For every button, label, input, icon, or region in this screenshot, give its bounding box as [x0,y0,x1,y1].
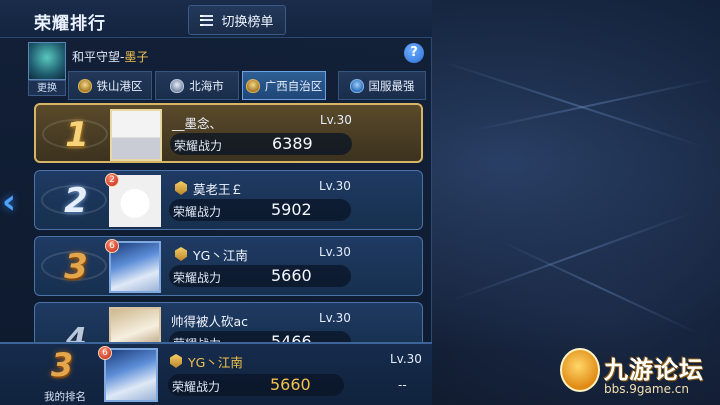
rank-icon [175,181,187,195]
my-player-name: YG丶江南 [188,355,243,370]
player-level: Lv.30 [319,311,351,325]
tab-tieshangang[interactable]: 铁山港区 [68,71,152,100]
tab-national[interactable]: 国服最强 [338,71,426,100]
my-extra: -- [398,378,407,392]
power-label: 荣耀战力 [172,380,221,394]
power-box: 荣耀战力 6389 [170,133,352,155]
tab-label: 北海市 [189,78,224,93]
rank-icon [175,247,187,261]
power-value: 5660 [271,266,312,285]
ranking-panel: 荣耀排行 切换榜单 和平守望-墨子 ? 更换 铁山港区 北海市 广西自治区 国服… [0,0,432,405]
power-label: 荣耀战力 [174,139,223,153]
level-badge: 2 [105,173,119,187]
player-name: 帅得被人砍ac [171,314,249,329]
player-name: YG丶江南 [193,248,248,263]
rank-medal-1: 1 [65,115,89,155]
avatar[interactable] [110,109,162,161]
back-arrow-icon[interactable]: ‹ [2,182,26,222]
my-power-box: 荣耀战力 5660 [168,374,344,396]
power-label: 荣耀战力 [173,271,222,285]
watermark-text: 九游论坛 [604,356,704,384]
power-value: 5902 [271,200,312,219]
power-box: 荣耀战力 5902 [169,199,351,221]
player-level: Lv.30 [319,245,351,259]
level-badge: 6 [98,346,112,360]
power-box: 荣耀战力 5660 [169,265,351,287]
switch-list-label: 切换榜单 [221,14,274,30]
tab-label: 铁山港区 [96,78,143,93]
power-value: 6389 [272,134,313,153]
rank-icon [170,354,182,368]
rank-row-3[interactable]: 3 6 YG丶江南 Lv.30 荣耀战力 5660 [34,236,423,296]
hero-name: 和平守望-墨子 [72,50,149,64]
list-icon [200,14,214,26]
watermark-url: bbs.9game.cn [604,382,689,396]
page-title: 荣耀排行 [34,14,106,34]
player-name: __墨念、 [172,116,223,131]
silver-shield-icon [170,78,185,93]
switch-list-button[interactable]: 切换榜单 [188,5,286,35]
power-label: 荣耀战力 [173,205,222,219]
my-avatar[interactable] [104,348,158,402]
watermark: 九游论坛 bbs.9game.cn [560,348,720,404]
player-name: 莫老王￡ [193,182,244,197]
player-level: Lv.30 [320,113,352,127]
crest-icon [349,78,364,93]
my-rank-label: 我的排名 [44,391,86,403]
change-hero-button[interactable]: 更换 [28,80,66,96]
hero-portrait[interactable] [28,42,66,80]
tab-guangxi[interactable]: 广西自治区 [242,71,326,100]
tab-label: 国服最强 [368,78,415,93]
level-badge: 6 [105,239,119,253]
rank-row-1[interactable]: 1 __墨念、 Lv.30 荣耀战力 6389 [34,103,423,163]
rank-medal-3: 3 [64,247,88,287]
my-rank-bar: 3 我的排名 6 YG丶江南 Lv.30 荣耀战力 5660 -- [0,342,432,405]
top-bar: 荣耀排行 切换榜单 [0,0,432,38]
tab-beihai[interactable]: 北海市 [155,71,239,100]
power-value: 5660 [270,375,311,394]
rank-medal-2: 2 [64,181,88,221]
my-player-level: Lv.30 [390,352,422,366]
help-icon[interactable]: ? [404,43,424,63]
gold-shield-icon [77,78,92,93]
tab-label: 广西自治区 [264,78,323,93]
player-level: Lv.30 [319,179,351,193]
rank-row-2[interactable]: 2 2 莫老王￡ Lv.30 荣耀战力 5902 [34,170,423,230]
mascot-logo [560,348,600,392]
my-rank-medal: 3 [50,346,74,384]
gold-shield-icon [245,78,260,93]
